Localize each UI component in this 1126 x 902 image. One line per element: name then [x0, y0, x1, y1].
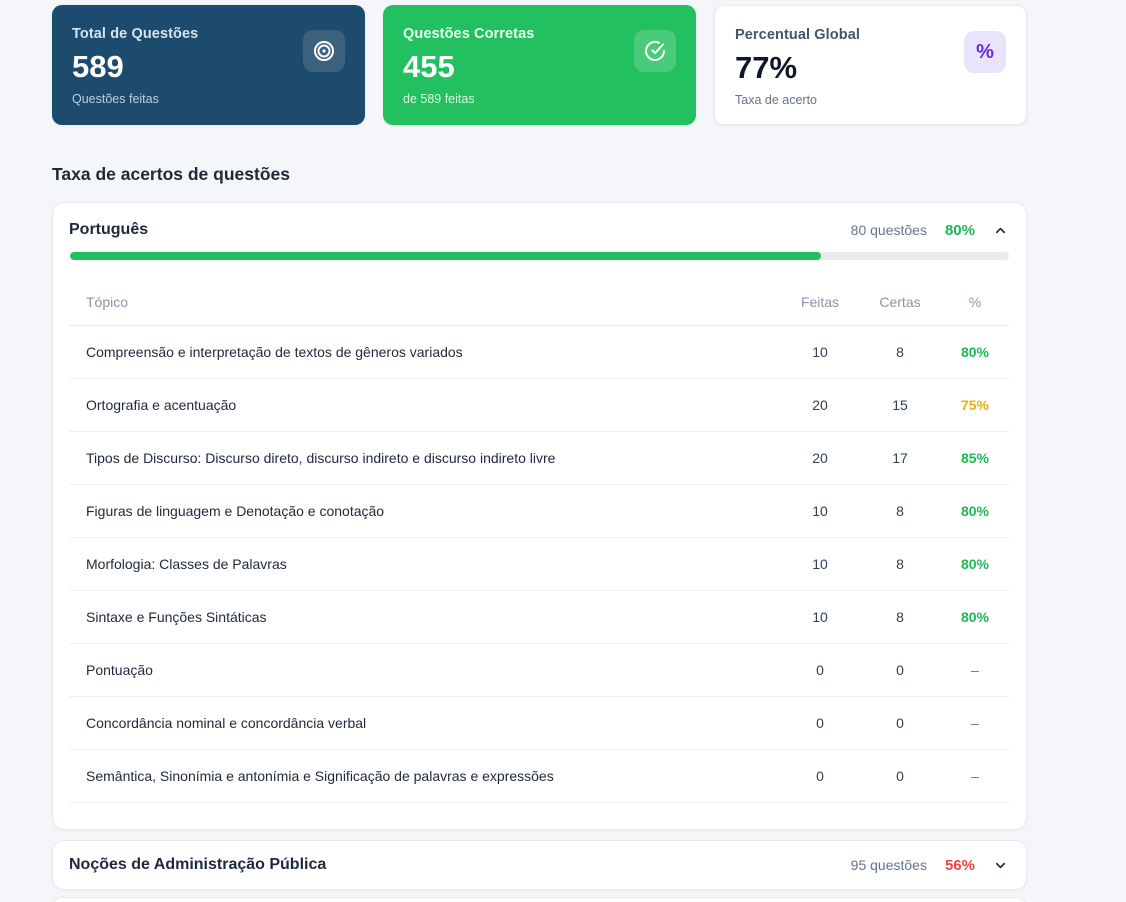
- subject-name: Português: [69, 221, 148, 239]
- subject-percent-badge: 56%: [945, 857, 975, 874]
- subject-progress-bar: [70, 252, 1009, 260]
- chevron-down-icon[interactable]: [993, 858, 1008, 873]
- table-row: Semântica, Sinonímia e antonímia e Signi…: [69, 750, 1010, 803]
- correct-count: 8: [860, 609, 940, 625]
- subject-progress-fill: [70, 252, 821, 260]
- correct-count: 0: [860, 662, 940, 678]
- correct-count: 17: [860, 450, 940, 466]
- correct-count: 8: [860, 503, 940, 519]
- table-row: Concordância nominal e concordância verb…: [69, 697, 1010, 750]
- done-count: 0: [780, 715, 860, 731]
- percent-value: –: [940, 662, 1010, 678]
- topic-label: Figuras de linguagem e Denotação e conot…: [69, 503, 780, 519]
- subject-percent-badge: 80%: [945, 222, 975, 239]
- topic-label: Compreensão e interpretação de textos de…: [69, 344, 780, 360]
- correct-count: 0: [860, 768, 940, 784]
- topic-label: Semântica, Sinonímia e antonímia e Signi…: [69, 768, 780, 784]
- correct-questions-subtitle: de 589 feitas: [403, 92, 676, 106]
- col-header-correct: Certas: [860, 294, 940, 310]
- done-count: 20: [780, 397, 860, 413]
- subject-header-portugues[interactable]: Português 80 questões 80%: [53, 203, 1026, 252]
- percent-value: 85%: [940, 450, 1010, 466]
- check-circle-icon: [634, 30, 676, 72]
- topic-label: Ortografia e acentuação: [69, 397, 780, 413]
- done-count: 10: [780, 609, 860, 625]
- topic-label: Tipos de Discurso: Discurso direto, disc…: [69, 450, 780, 466]
- section-title: Taxa de acertos de questões: [52, 164, 1027, 185]
- table-row: Ortografia e acentuação 20 15 75%: [69, 379, 1010, 432]
- table-row: Tipos de Discurso: Discurso direto, disc…: [69, 432, 1010, 485]
- table-row: Morfologia: Classes de Palavras 10 8 80%: [69, 538, 1010, 591]
- col-header-percent: %: [940, 294, 1010, 310]
- correct-count: 8: [860, 344, 940, 360]
- done-count: 20: [780, 450, 860, 466]
- correct-count: 0: [860, 715, 940, 731]
- topic-label: Morfologia: Classes de Palavras: [69, 556, 780, 572]
- done-count: 10: [780, 344, 860, 360]
- stats-cards-row: Total de Questões 589 Questões feitas Qu…: [52, 0, 1027, 125]
- percent-icon: %: [964, 31, 1006, 73]
- global-percent-card: Percentual Global 77% Taxa de acerto %: [714, 5, 1027, 125]
- subject-name: Noções de Administração Pública: [69, 856, 326, 874]
- subject-question-count: 95 questões: [851, 857, 927, 873]
- topic-label: Pontuação: [69, 662, 780, 678]
- subject-question-count: 80 questões: [851, 222, 927, 238]
- percent-value: 80%: [940, 609, 1010, 625]
- percent-value: 75%: [940, 397, 1010, 413]
- subject-header-nocoes[interactable]: Noções de Administração Pública 95 quest…: [53, 841, 1026, 889]
- topic-label: Sintaxe e Funções Sintáticas: [69, 609, 780, 625]
- col-header-topic: Tópico: [69, 294, 780, 310]
- topics-table: Tópico Feitas Certas % Compreensão e int…: [69, 278, 1010, 803]
- percent-value: 80%: [940, 344, 1010, 360]
- table-row: Sintaxe e Funções Sintáticas 10 8 80%: [69, 591, 1010, 644]
- correct-count: 15: [860, 397, 940, 413]
- percent-value: 80%: [940, 556, 1010, 572]
- done-count: 0: [780, 662, 860, 678]
- correct-questions-card: Questões Corretas 455 de 589 feitas: [383, 5, 696, 125]
- done-count: 10: [780, 556, 860, 572]
- total-questions-card: Total de Questões 589 Questões feitas: [52, 5, 365, 125]
- topic-label: Concordância nominal e concordância verb…: [69, 715, 780, 731]
- topics-table-body: Compreensão e interpretação de textos de…: [69, 326, 1010, 803]
- correct-count: 8: [860, 556, 940, 572]
- done-count: 10: [780, 503, 860, 519]
- next-subject-panel-partial[interactable]: [52, 897, 1027, 902]
- percent-value: –: [940, 715, 1010, 731]
- table-row: Pontuação 0 0 –: [69, 644, 1010, 697]
- percent-value: 80%: [940, 503, 1010, 519]
- chevron-up-icon[interactable]: [993, 223, 1008, 238]
- topics-table-header: Tópico Feitas Certas %: [69, 278, 1010, 326]
- col-header-done: Feitas: [780, 294, 860, 310]
- percent-value: –: [940, 768, 1010, 784]
- dashboard: Total de Questões 589 Questões feitas Qu…: [52, 0, 1027, 902]
- subject-panel-portugues: Português 80 questões 80% Tópico Feitas …: [52, 202, 1027, 830]
- done-count: 0: [780, 768, 860, 784]
- table-row: Figuras de linguagem e Denotação e conot…: [69, 485, 1010, 538]
- subject-panel-nocoes: Noções de Administração Pública 95 quest…: [52, 840, 1027, 890]
- global-percent-subtitle: Taxa de acerto: [735, 93, 1006, 107]
- table-row: Compreensão e interpretação de textos de…: [69, 326, 1010, 379]
- target-icon: [303, 30, 345, 72]
- total-questions-subtitle: Questões feitas: [72, 92, 345, 106]
